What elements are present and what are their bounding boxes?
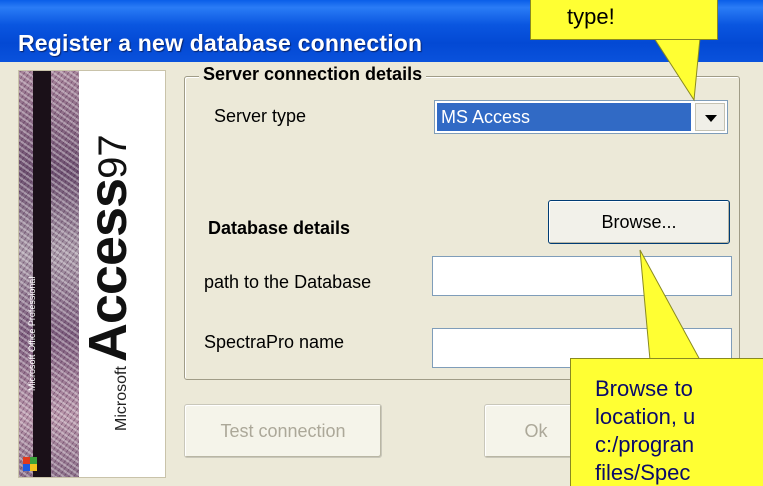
callout-line: files/Spec — [595, 460, 691, 486]
server-type-value: MS Access — [437, 103, 691, 131]
office-flag-icon — [23, 457, 37, 471]
browse-button[interactable]: Browse... — [548, 200, 730, 244]
path-label: path to the Database — [204, 272, 372, 292]
callout-top-text: type! — [567, 4, 615, 29]
logo-word: Access — [78, 178, 138, 363]
logo-version: 97 — [91, 134, 135, 179]
test-connection-button[interactable]: Test connection — [184, 404, 382, 458]
callout-browse: Browse to location, u c:/progran files/S… — [570, 358, 763, 486]
window-title: Register a new database connection — [18, 30, 423, 56]
callout-server-type: type! — [530, 0, 718, 40]
group-legend: Server connection details — [199, 64, 427, 85]
access97-banner-image: Microsoft Office Professional Microsoft A… — [18, 70, 166, 478]
chevron-down-icon[interactable] — [695, 103, 725, 131]
callout-line: c:/progran — [595, 432, 695, 458]
banner-strip — [33, 71, 51, 477]
access-logo: Microsoft Access97 — [78, 134, 138, 431]
database-details-label: Database details — [208, 218, 351, 238]
database-path-input[interactable] — [432, 256, 732, 296]
server-type-select[interactable]: MS Access — [434, 100, 728, 134]
server-type-label: Server type — [214, 106, 307, 126]
callout-line: Browse to — [595, 376, 693, 401]
spectrapro-name-label: SpectraPro name — [204, 332, 345, 352]
callout-line: location, u — [595, 404, 696, 430]
dialog-window: Register a new database connection Micro… — [0, 0, 763, 486]
logo-prefix: Microsoft — [113, 366, 130, 431]
banner-side-text: Microsoft Office Professional — [27, 276, 37, 391]
